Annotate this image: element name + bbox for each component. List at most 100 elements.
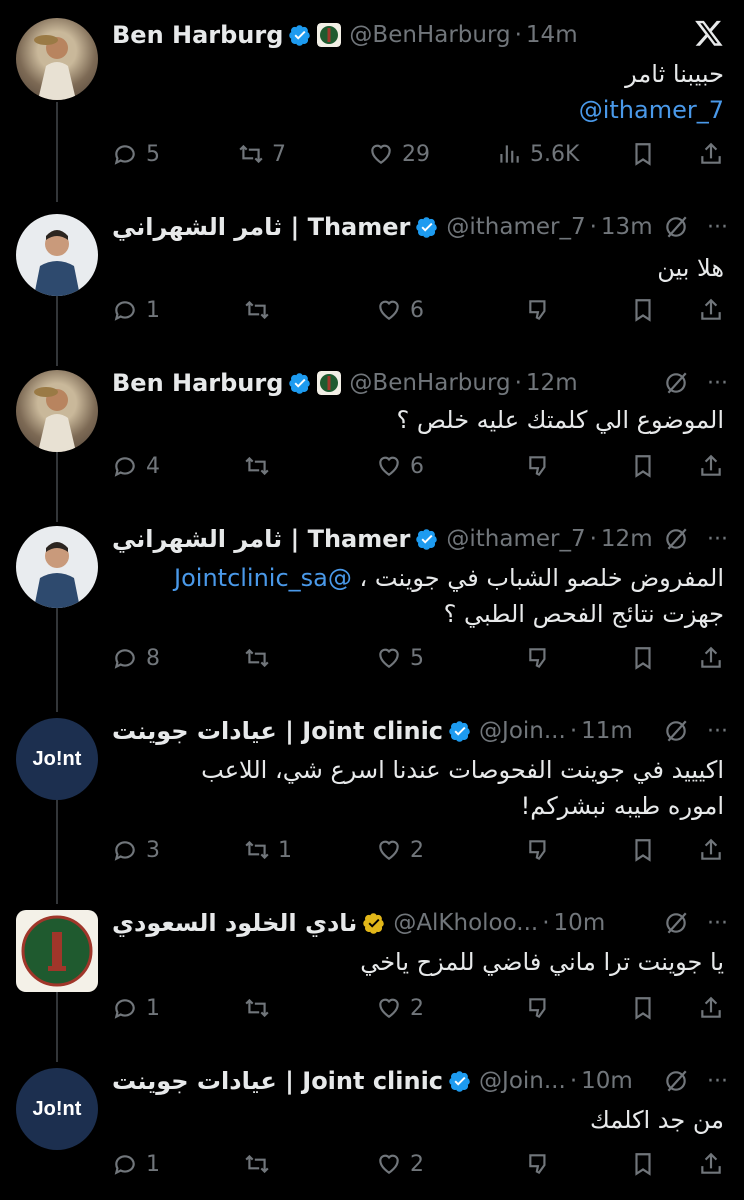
- share-button[interactable]: [698, 292, 724, 328]
- bookmark-button[interactable]: [630, 448, 656, 484]
- display-name[interactable]: ثامر الشهراني | Thamer: [112, 213, 410, 241]
- bookmark-button[interactable]: [630, 990, 656, 1026]
- share-icon: [701, 454, 721, 476]
- display-name[interactable]: ثامر الشهراني | Thamer: [112, 525, 410, 553]
- grok-icon[interactable]: [663, 370, 689, 396]
- handle[interactable]: @Join...: [479, 1068, 566, 1094]
- handle[interactable]: @BenHarburg: [349, 370, 510, 396]
- display-name[interactable]: Ben Harburg: [112, 369, 283, 397]
- handle[interactable]: @BenHarburg: [349, 22, 510, 48]
- grok-icon[interactable]: [663, 526, 689, 552]
- like-button[interactable]: 2: [376, 832, 424, 868]
- like-button[interactable]: 29: [368, 136, 430, 172]
- reply-button[interactable]: 8: [112, 640, 160, 676]
- avatar[interactable]: Jo!nt: [16, 718, 98, 800]
- tweet[interactable]: ثامر الشهراني | Thamer @ithamer_7 · 12m …: [0, 522, 744, 712]
- retweet-count: 1: [278, 837, 292, 863]
- bookmark-button[interactable]: [630, 1146, 656, 1182]
- bookmark-button[interactable]: [630, 292, 656, 328]
- thread-line: [56, 798, 58, 904]
- retweet-button[interactable]: [244, 990, 270, 1026]
- timestamp[interactable]: 10m: [581, 1068, 633, 1094]
- timestamp[interactable]: 12m: [526, 370, 578, 396]
- like-count: 6: [410, 297, 424, 323]
- tweet[interactable]: Jo!nt عيادات جوينت | Joint clinic @Join.…: [0, 1064, 744, 1200]
- retweet-button[interactable]: 7: [238, 136, 286, 172]
- retweet-button[interactable]: [244, 292, 270, 328]
- mention-link[interactable]: @ithamer_7: [112, 92, 724, 128]
- bookmark-button[interactable]: [630, 136, 656, 172]
- retweet-button[interactable]: [244, 448, 270, 484]
- reply-button[interactable]: 5: [112, 136, 160, 172]
- tweet[interactable]: Ben Harburg @BenHarburg · 14m حبيبنا ثام…: [0, 18, 744, 202]
- like-button[interactable]: 6: [376, 292, 424, 328]
- more-options-icon[interactable]: ···: [707, 1069, 728, 1094]
- bookmark-button[interactable]: [630, 640, 656, 676]
- avatar[interactable]: Jo!nt: [16, 1068, 98, 1150]
- timestamp[interactable]: 12m: [601, 526, 653, 552]
- dislike-button[interactable]: [526, 832, 552, 868]
- views-icon: [500, 145, 519, 163]
- timestamp[interactable]: 13m: [601, 214, 653, 240]
- share-button[interactable]: [698, 640, 724, 676]
- dislike-button[interactable]: [526, 448, 552, 484]
- views-button[interactable]: 5.6K: [496, 136, 579, 172]
- tweet[interactable]: نادي الخلود السعودي @AlKholoo... · 10m ·…: [0, 906, 744, 1062]
- dislike-button[interactable]: [526, 1146, 552, 1182]
- more-options-icon[interactable]: ···: [707, 215, 728, 240]
- more-options-icon[interactable]: ···: [707, 371, 728, 396]
- display-name[interactable]: Ben Harburg: [112, 21, 283, 49]
- share-button[interactable]: [698, 136, 724, 172]
- grok-icon[interactable]: [663, 214, 689, 240]
- handle[interactable]: @ithamer_7: [446, 526, 585, 552]
- like-button[interactable]: 5: [376, 640, 424, 676]
- avatar[interactable]: [16, 370, 98, 452]
- retweet-button[interactable]: 1: [244, 832, 292, 868]
- handle[interactable]: @AlKholoo...: [393, 910, 538, 936]
- heart-icon: [379, 456, 399, 476]
- display-name[interactable]: عيادات جوينت | Joint clinic: [112, 1067, 443, 1095]
- like-button[interactable]: 6: [376, 448, 424, 484]
- share-button[interactable]: [698, 990, 724, 1026]
- display-name[interactable]: نادي الخلود السعودي: [112, 909, 357, 937]
- reply-button[interactable]: 1: [112, 1146, 160, 1182]
- avatar[interactable]: [16, 526, 98, 608]
- timestamp[interactable]: 11m: [581, 718, 633, 744]
- mention-link[interactable]: @Jointclinic_sa: [174, 564, 352, 592]
- share-button[interactable]: [698, 448, 724, 484]
- avatar[interactable]: [16, 910, 98, 992]
- bookmark-button[interactable]: [630, 832, 656, 868]
- retweet-button[interactable]: [244, 640, 270, 676]
- timestamp[interactable]: 14m: [526, 22, 578, 48]
- avatar[interactable]: [16, 214, 98, 296]
- dislike-button[interactable]: [526, 990, 552, 1026]
- separator: ·: [514, 370, 522, 396]
- verified-badge-icon: [289, 373, 311, 394]
- handle[interactable]: @Join...: [479, 718, 566, 744]
- grok-icon[interactable]: [663, 1068, 689, 1094]
- reply-button[interactable]: 3: [112, 832, 160, 868]
- more-options-icon[interactable]: ···: [707, 911, 728, 936]
- more-options-icon[interactable]: ···: [707, 719, 728, 744]
- more-options-icon[interactable]: ···: [707, 527, 728, 552]
- like-button[interactable]: 2: [376, 990, 424, 1026]
- grok-icon[interactable]: [663, 718, 689, 744]
- share-button[interactable]: [698, 832, 724, 868]
- display-name[interactable]: عيادات جوينت | Joint clinic: [112, 717, 443, 745]
- avatar[interactable]: [16, 18, 98, 100]
- reply-button[interactable]: 4: [112, 448, 160, 484]
- like-button[interactable]: 2: [376, 1146, 424, 1182]
- tweet[interactable]: ثامر الشهراني | Thamer @ithamer_7 · 13m …: [0, 190, 744, 366]
- dislike-button[interactable]: [526, 640, 552, 676]
- heart-icon: [379, 1154, 399, 1174]
- reply-button[interactable]: 1: [112, 292, 160, 328]
- tweet[interactable]: Jo!nt عيادات جوينت | Joint clinic @Join.…: [0, 714, 744, 904]
- tweet[interactable]: Ben Harburg @BenHarburg · 12m ··· الموضو…: [0, 366, 744, 522]
- share-button[interactable]: [698, 1146, 724, 1182]
- timestamp[interactable]: 10m: [554, 910, 606, 936]
- handle[interactable]: @ithamer_7: [446, 214, 585, 240]
- retweet-button[interactable]: [244, 1146, 270, 1182]
- dislike-button[interactable]: [526, 292, 552, 328]
- reply-button[interactable]: 1: [112, 990, 160, 1026]
- grok-icon[interactable]: [663, 910, 689, 936]
